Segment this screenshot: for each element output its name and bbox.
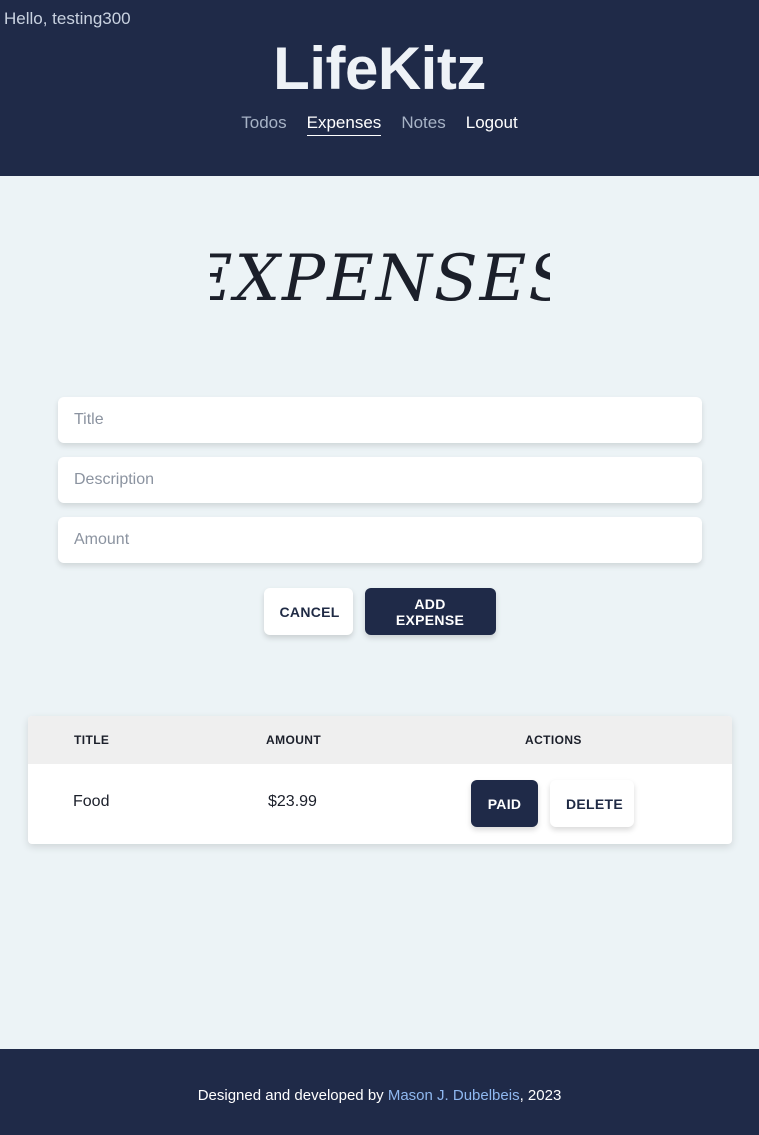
- description-input[interactable]: [58, 457, 702, 503]
- row-title: Food: [73, 793, 110, 810]
- cancel-button[interactable]: CANCEL: [263, 588, 353, 635]
- site-header: Hello, testing300 LifeKitz Todos Expense…: [0, 0, 759, 176]
- column-header-amount: AMOUNT: [266, 733, 322, 747]
- amount-input[interactable]: [58, 517, 702, 563]
- delete-button[interactable]: DELETE: [550, 780, 634, 827]
- footer-suffix: , 2023: [519, 1087, 562, 1104]
- nav-logout[interactable]: Logout: [466, 113, 518, 136]
- column-header-actions: ACTIONS: [525, 733, 582, 747]
- table-header: TITLE AMOUNT ACTIONS: [28, 716, 732, 764]
- svg-text:EXPENSES: EXPENSES: [210, 242, 550, 316]
- add-expense-button[interactable]: ADD EXPENSE: [364, 588, 496, 635]
- form-actions: CANCEL ADD EXPENSE: [0, 588, 759, 635]
- expenses-table: TITLE AMOUNT ACTIONS Food $23.99 PAID DE…: [28, 716, 732, 844]
- expense-form: [58, 397, 702, 577]
- paid-button[interactable]: PAID: [471, 780, 538, 827]
- site-footer: Designed and developed by Mason J. Dubel…: [0, 1049, 759, 1135]
- column-header-title: TITLE: [74, 733, 110, 747]
- title-input[interactable]: [58, 397, 702, 443]
- footer-prefix: Designed and developed by: [197, 1087, 388, 1104]
- site-logo[interactable]: LifeKitz: [0, 34, 759, 103]
- page-title: EXPENSES: [0, 238, 759, 323]
- row-amount: $23.99: [268, 793, 317, 810]
- page-title-script: EXPENSES: [210, 242, 550, 316]
- nav-expenses[interactable]: Expenses: [306, 113, 382, 136]
- author-link[interactable]: Mason J. Dubelbeis: [388, 1087, 520, 1104]
- footer-credit: Designed and developed by Mason J. Dubel…: [0, 1087, 759, 1104]
- nav-notes[interactable]: Notes: [401, 113, 445, 136]
- main-nav: Todos Expenses Notes Logout: [0, 113, 759, 136]
- nav-todos[interactable]: Todos: [241, 113, 286, 136]
- user-greeting: Hello, testing300: [4, 9, 131, 28]
- table-row: Food $23.99 PAID DELETE: [28, 764, 732, 844]
